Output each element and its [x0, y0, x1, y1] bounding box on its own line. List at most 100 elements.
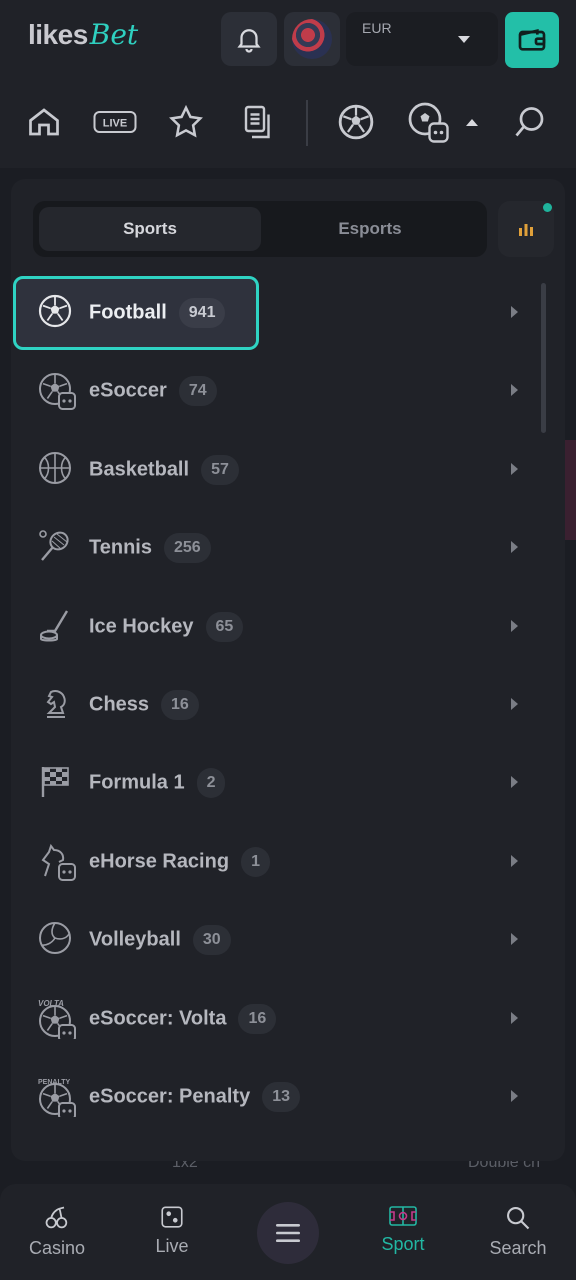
star-icon — [169, 104, 203, 138]
volleyball-icon — [39, 922, 71, 955]
event-count-badge: 57 — [201, 454, 239, 485]
sport-item-label: eSoccer 74 — [89, 376, 217, 407]
sport-name: eSoccer — [89, 379, 167, 402]
bet-slip-button[interactable] — [236, 100, 280, 144]
sport-type-switch: Sports Esports — [33, 201, 487, 257]
sport-list-item[interactable]: eHorse Racing 1 — [15, 826, 527, 898]
event-count-badge: 1 — [241, 846, 270, 877]
chevron-right-icon — [511, 1090, 518, 1102]
home-button[interactable] — [22, 100, 66, 144]
bottom-nav-search-label: Search — [489, 1238, 547, 1258]
sport-item-label: Football 941 — [89, 298, 226, 328]
tab-sports[interactable]: Sports — [39, 207, 261, 251]
sport-list-item[interactable]: Formula 1 2 — [15, 747, 527, 819]
chevron-down-icon — [458, 36, 470, 43]
bottom-nav-casino-label: Casino — [28, 1238, 86, 1258]
event-count-badge: 16 — [161, 690, 199, 720]
chess-icon — [46, 690, 66, 718]
bottom-nav-sport[interactable]: Sport — [348, 1204, 458, 1274]
background-card-peek — [565, 440, 576, 540]
search-icon — [515, 107, 544, 137]
notification-dot — [543, 203, 552, 212]
esoccer-penalty-icon: PENALTY — [38, 1079, 76, 1117]
coupon-icon — [244, 105, 270, 139]
menu-button[interactable] — [257, 1202, 319, 1264]
sport-item-label: Formula 1 2 — [89, 768, 226, 799]
football-nav-button[interactable] — [334, 100, 378, 144]
expand-nav-button[interactable] — [460, 100, 484, 144]
bell-icon — [237, 29, 261, 53]
sport-item-label: Chess 16 — [89, 690, 199, 720]
sport-nav-icons: LIVE — [0, 96, 576, 152]
esoccer-volta-icon: VOLTA — [38, 999, 76, 1039]
sport-list-item[interactable]: Tennis 256 — [15, 512, 527, 584]
sport-list-item[interactable]: Chess 16 — [15, 669, 527, 741]
chevron-right-icon — [511, 541, 518, 554]
event-count-badge: 256 — [163, 533, 211, 564]
sport-list-item[interactable]: VOLTA eSoccer: Volta 16 — [15, 983, 527, 1055]
favorites-button[interactable] — [164, 100, 208, 144]
chevron-right-icon — [511, 462, 518, 475]
dice-icon — [161, 1206, 183, 1228]
bottom-nav-live-label: Live — [155, 1236, 189, 1256]
profile-avatar-button[interactable] — [284, 12, 340, 66]
notifications-button[interactable] — [221, 12, 277, 66]
sport-list-item[interactable]: Basketball 57 — [15, 434, 527, 506]
scrollbar[interactable] — [541, 283, 546, 433]
esoccer-nav-button[interactable] — [406, 100, 450, 144]
sport-name: Basketball — [89, 458, 190, 481]
sport-list-item[interactable]: Ice Hockey 65 — [15, 591, 527, 663]
event-count-badge: 74 — [178, 376, 217, 407]
event-count-badge: 16 — [238, 1003, 277, 1034]
sport-name: eHorse Racing — [89, 850, 230, 873]
sport-item-label: Volleyball 30 — [89, 925, 231, 956]
esoccer-icon — [39, 373, 76, 411]
sport-list-item[interactable]: Volleyball 30 — [15, 904, 527, 976]
search-nav-button[interactable] — [508, 100, 552, 144]
sport-name: eSoccer: Penalty — [89, 1085, 251, 1108]
currency-selector[interactable]: EUR — [346, 12, 498, 66]
bottom-nav-search[interactable]: Search — [463, 1204, 573, 1274]
event-count-badge: 941 — [178, 298, 226, 328]
sport-name: Formula 1 — [89, 771, 185, 794]
sport-list-item[interactable]: eSoccer 74 — [15, 355, 527, 427]
sport-list-item[interactable]: PENALTY eSoccer: Penalty 13 — [15, 1061, 527, 1133]
bottom-nav-live[interactable]: Live — [117, 1204, 227, 1274]
event-count-badge: 13 — [262, 1082, 300, 1112]
chevron-right-icon — [511, 306, 518, 318]
likesbet-logo[interactable]: likes Bet — [28, 18, 138, 58]
logo-text-1: likes — [28, 19, 88, 50]
sport-list-item[interactable]: Football 941 — [13, 276, 527, 350]
tab-esports[interactable]: Esports — [259, 207, 481, 251]
live-icon: LIVE — [93, 111, 137, 133]
chevron-right-icon — [511, 854, 518, 867]
sport-name: Volleyball — [89, 928, 181, 951]
sport-item-label: Tennis 256 — [89, 533, 211, 564]
chevron-right-icon — [511, 619, 518, 632]
chevron-right-icon — [511, 776, 518, 789]
event-count-badge: 30 — [192, 925, 231, 956]
sport-name: Tennis — [89, 536, 152, 559]
currency-label: EUR — [362, 20, 392, 36]
chevron-up-icon — [466, 118, 478, 126]
nav-divider — [306, 100, 308, 146]
basketball-icon — [39, 451, 71, 484]
live-button[interactable]: LIVE — [92, 100, 138, 144]
sports-dropdown-panel: Sports Esports Football 941 eSoccer 74 Baske… — [11, 179, 565, 1161]
tennis-icon — [39, 530, 69, 561]
sport-item-label: eSoccer: Penalty 13 — [89, 1082, 300, 1112]
cherries-icon — [45, 1206, 68, 1229]
bottom-nav-casino[interactable]: Casino — [2, 1204, 112, 1274]
chevron-right-icon — [511, 698, 518, 710]
avatar — [292, 19, 332, 59]
wallet-button[interactable] — [505, 12, 559, 68]
hamburger-icon — [276, 1224, 300, 1242]
sport-name: Chess — [89, 693, 150, 716]
sport-name: Football — [89, 301, 167, 324]
sport-item-label: Basketball 57 — [89, 454, 239, 485]
sport-item-label: Ice Hockey 65 — [89, 611, 244, 642]
sport-item-label: eSoccer: Volta 16 — [89, 1003, 277, 1034]
bottom-nav-sport-label: Sport — [381, 1234, 425, 1254]
search-icon — [507, 1207, 530, 1230]
home-icon — [29, 108, 59, 136]
